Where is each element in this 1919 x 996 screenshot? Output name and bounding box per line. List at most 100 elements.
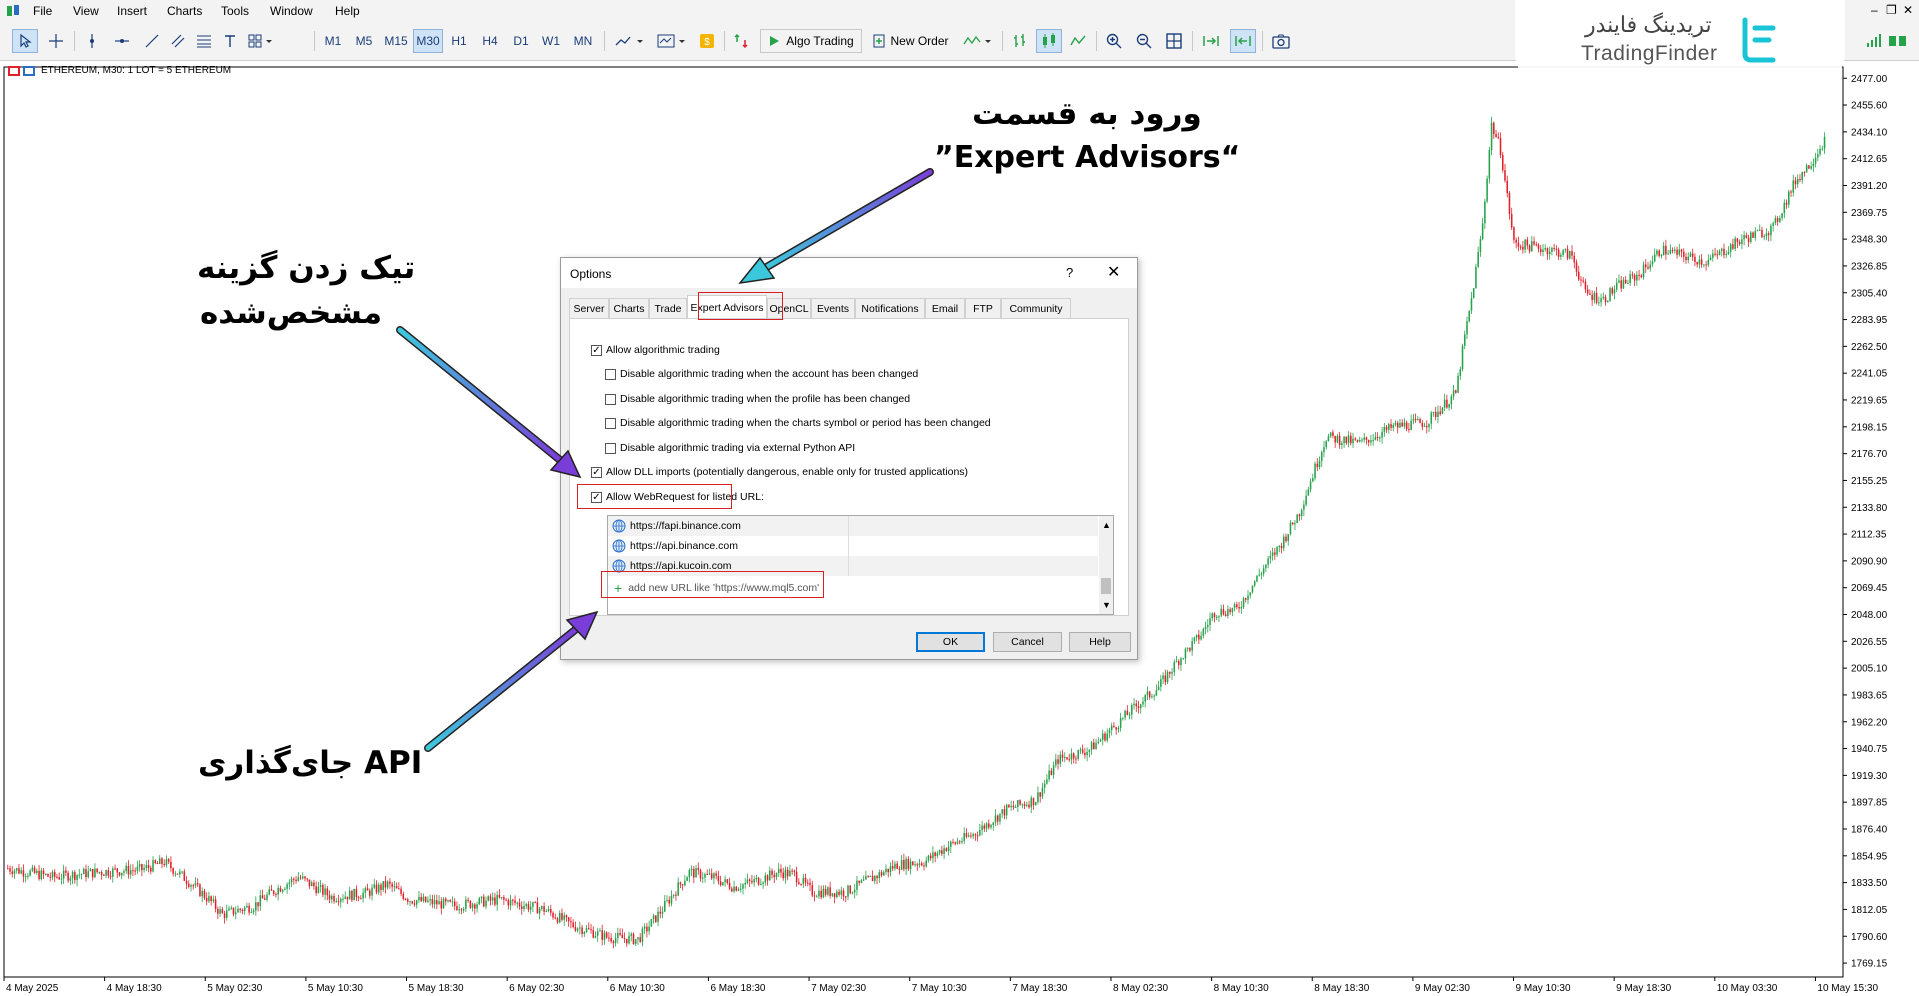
shapes-menu-icon[interactable] [244,29,278,53]
indicators-icon[interactable] [960,29,996,53]
chart-shift-icon[interactable] [1230,29,1256,53]
checkbox[interactable]: ✓ [591,466,602,478]
line-chart-icon[interactable] [1066,29,1090,53]
candle-body [1066,757,1068,760]
checkbox[interactable] [605,368,616,380]
zoom-in-icon[interactable] [1102,29,1126,53]
dialog-close-icon[interactable]: ✕ [1107,262,1120,282]
checkbox[interactable] [605,393,616,405]
timeframe-mn[interactable]: MN [568,29,598,53]
candle-body [1680,249,1683,252]
tab-charts[interactable]: Charts [609,298,649,318]
menu-charts[interactable]: Charts [167,4,202,18]
candlestick-chart-icon[interactable] [1036,29,1062,53]
timeframe-w1[interactable]: W1 [538,29,564,53]
app-icon[interactable] [6,4,20,21]
timeframe-m1[interactable]: M1 [320,29,346,53]
new-order-button[interactable]: New Order [868,29,954,53]
market-icon[interactable]: $ [697,29,717,53]
candle-body [1207,624,1209,627]
tab-ftp[interactable]: FTP [965,298,1001,318]
tab-email[interactable]: Email [925,298,965,318]
timeframe-h4[interactable]: H4 [477,29,503,53]
scroll-up-icon[interactable]: ▲ [1102,520,1111,530]
minimize-icon[interactable]: – [1871,3,1878,17]
ok-button[interactable]: OK [916,632,985,652]
candle-body [1323,447,1325,453]
candle-body [237,908,239,913]
signal-strength-icon[interactable] [1864,29,1884,53]
price-tick-label: 2176.70 [1851,449,1888,460]
maximize-icon[interactable]: ❐ [1886,3,1897,17]
url-list-scrollbar[interactable]: ▲ ▼ [1099,516,1113,614]
menu-insert[interactable]: Insert [117,4,147,18]
option-allow-dll-imports[interactable]: ✓ Allow DLL imports (potentially dangerou… [591,466,968,478]
option-disable-profile-changed[interactable]: Disable algorithmic trading when the pro… [605,393,910,405]
candle-body [290,878,293,883]
option-disable-account-changed[interactable]: Disable algorithmic trading when the acc… [605,368,918,380]
menu-tools[interactable]: Tools [221,4,249,18]
fibonacci-icon[interactable] [192,29,216,53]
option-disable-python-api[interactable]: Disable algorithmic trading via external… [605,442,855,454]
templates-icon[interactable] [654,29,690,53]
candle-body [1651,261,1654,265]
candle-body [983,825,986,829]
timeframe-d1[interactable]: D1 [508,29,534,53]
trendline-icon[interactable] [140,29,164,53]
timeframe-h1[interactable]: H1 [446,29,472,53]
signals-icon[interactable] [730,29,754,53]
timeframe-m30[interactable]: M30 [413,29,443,53]
checkbox[interactable] [605,417,616,429]
candle-body [1365,437,1368,440]
candle-body [326,888,329,896]
tab-events[interactable]: Events [811,298,855,318]
dialog-help-icon[interactable]: ? [1066,265,1073,280]
candle-body [1414,418,1417,420]
candle-body [105,870,107,876]
cursor-tool-icon[interactable] [12,29,38,53]
checkbox[interactable]: ✓ [591,344,602,356]
text-tool-icon[interactable] [220,29,240,53]
menu-file[interactable]: File [33,4,52,18]
menu-view[interactable]: View [73,4,99,18]
candle-body [295,879,297,882]
channel-icon[interactable] [166,29,190,53]
candle-body [1430,412,1433,424]
menu-help[interactable]: Help [335,4,360,18]
url-list[interactable]: https://fapi.binance.com https://api.bin… [607,515,1114,615]
horizontal-line-icon[interactable] [110,29,134,53]
price-tick-label: 1940.75 [1851,744,1888,755]
bar-chart-icon[interactable] [1008,29,1032,53]
timeframe-m5[interactable]: M5 [351,29,377,53]
timeframe-m15[interactable]: M15 [381,29,411,53]
scroll-down-icon[interactable]: ▼ [1102,600,1111,610]
url-row[interactable]: https://fapi.binance.com [608,516,1098,536]
tab-notifications[interactable]: Notifications [855,298,925,318]
option-disable-symbol-changed[interactable]: Disable algorithmic trading when the cha… [605,417,991,429]
vertical-line-icon[interactable] [80,29,104,53]
option-allow-algo-trading[interactable]: ✓ Allow algorithmic trading [591,344,720,356]
screenshot-icon[interactable] [1268,29,1294,53]
crosshair-icon[interactable] [44,29,68,53]
checkbox[interactable] [605,442,616,454]
connection-status-icon[interactable] [1886,29,1910,53]
tab-trade[interactable]: Trade [649,298,687,318]
candle-body [552,912,554,918]
candle-body [232,907,235,915]
tab-community[interactable]: Community [1001,298,1071,318]
help-button[interactable]: Help [1069,632,1131,652]
cancel-button[interactable]: Cancel [993,632,1062,652]
algo-trading-button[interactable]: Algo Trading [760,29,862,53]
window-close-icon[interactable]: ✕ [1903,3,1913,17]
scroll-thumb[interactable] [1101,578,1111,594]
candle-body [621,934,624,939]
tile-windows-icon[interactable] [1162,29,1186,53]
chart-type-icon[interactable] [612,29,648,53]
candle-body [266,894,268,900]
menu-window[interactable]: Window [270,4,313,18]
auto-scroll-icon[interactable] [1198,29,1224,53]
url-row[interactable]: https://api.binance.com [608,536,1098,556]
candle-body [954,842,957,844]
tab-server[interactable]: Server [569,298,609,318]
zoom-out-icon[interactable] [1132,29,1156,53]
